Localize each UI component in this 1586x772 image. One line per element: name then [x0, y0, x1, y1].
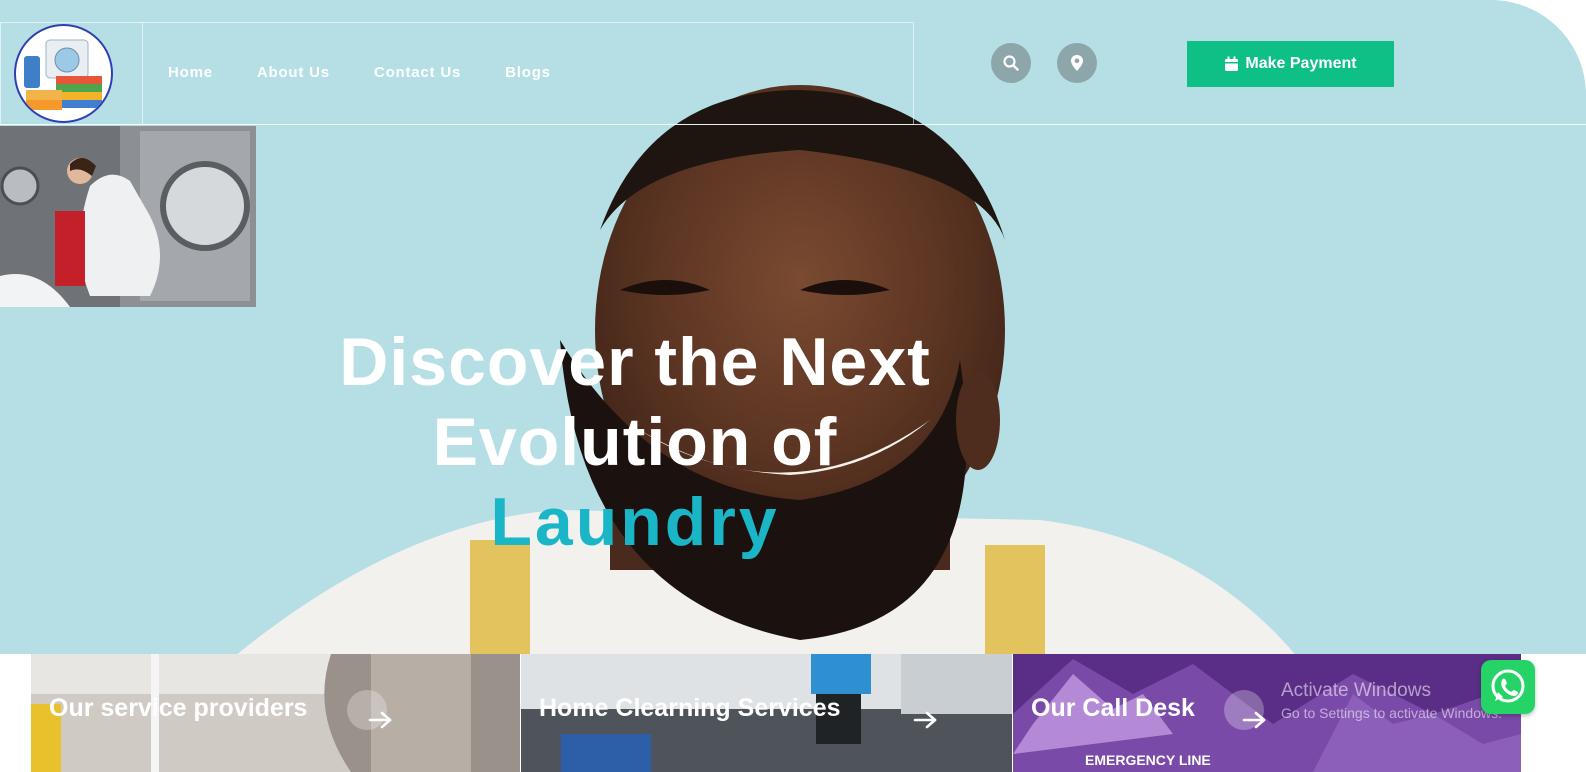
watermark-subtitle: Go to Settings to activate Windows.: [1281, 705, 1502, 721]
search-icon: [1003, 55, 1019, 71]
headline-accent: Laundry: [490, 484, 780, 560]
whatsapp-icon: [1491, 669, 1525, 703]
nav-blogs[interactable]: Blogs: [505, 64, 551, 81]
watermark-title: Activate Windows: [1281, 680, 1431, 701]
nav-contact-us[interactable]: Contact Us: [374, 64, 461, 81]
laundry-logo-icon: [24, 39, 102, 110]
card-title: Home Clearning Services: [539, 694, 841, 722]
hero-headline: Discover the Next Evolution of Laundry: [250, 322, 1020, 562]
map-marker-icon: [1071, 55, 1083, 71]
arrow-right-icon: [368, 711, 392, 729]
headline-line-2: Evolution of: [432, 404, 838, 480]
location-button[interactable]: [1057, 43, 1097, 83]
activate-windows-watermark: Activate Windows Go to Settings to activ…: [1281, 680, 1502, 721]
nav-about-us[interactable]: About Us: [257, 64, 330, 81]
arrow-right-icon: [913, 711, 937, 729]
card-home-cleaning[interactable]: Home Clearning Services: [521, 654, 1012, 772]
laundry-machine-photo: [0, 126, 256, 307]
card-title: Our service providers: [49, 694, 308, 722]
search-button[interactable]: [991, 43, 1031, 83]
make-payment-button[interactable]: Make Payment: [1187, 41, 1394, 87]
nav-home[interactable]: Home: [168, 64, 213, 81]
calendar-icon: [1225, 56, 1239, 71]
header-divider: [0, 124, 1586, 125]
card-title: Our Call Desk: [1031, 694, 1195, 722]
whatsapp-chat-button[interactable]: [1481, 660, 1535, 714]
emergency-line-label: EMERGENCY LINE: [1085, 752, 1211, 768]
headline-line-1: Discover the Next: [339, 324, 931, 400]
arrow-right-icon: [1242, 711, 1266, 729]
make-payment-label: Make Payment: [1245, 55, 1357, 72]
main-navigation: Home About Us Contact Us Blogs: [168, 64, 595, 81]
card-service-providers[interactable]: Our service providers: [31, 654, 520, 772]
site-logo[interactable]: [14, 24, 113, 123]
